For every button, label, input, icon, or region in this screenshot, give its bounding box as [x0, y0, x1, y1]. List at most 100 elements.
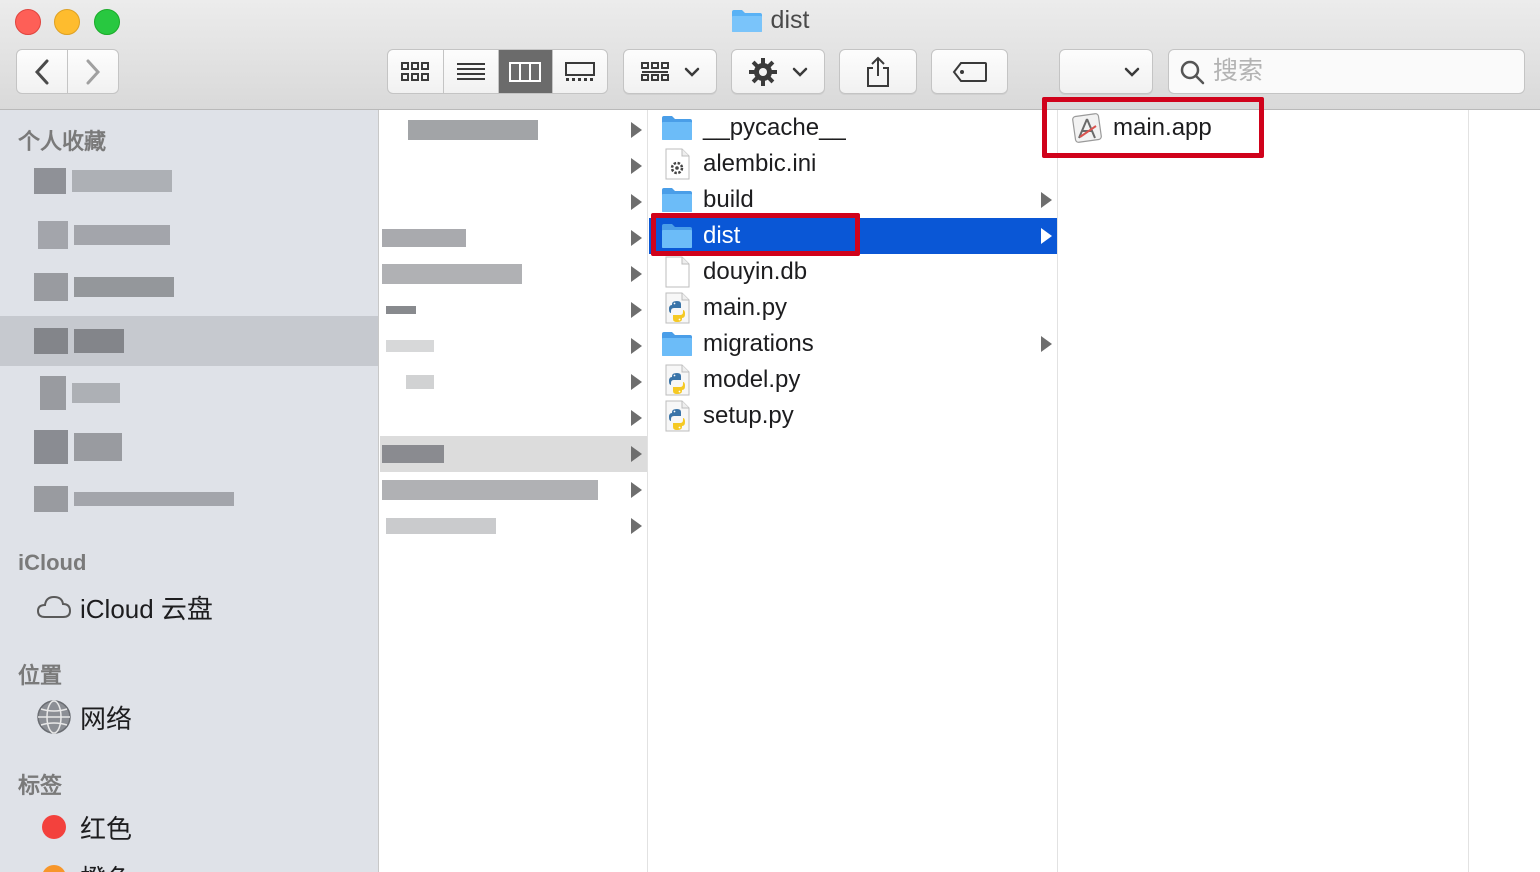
list-item-selected[interactable] [380, 436, 647, 472]
chevron-left-icon [34, 59, 49, 84]
list-item[interactable] [380, 472, 647, 508]
share-button[interactable] [839, 49, 917, 94]
sidebar: 个人收藏 iCloud iCloud 云盘 位置 网络 标签 红色 [0, 110, 379, 872]
gear-icon [749, 57, 777, 86]
list-view-button[interactable] [444, 50, 499, 93]
sidebar-item-favorite[interactable] [0, 422, 378, 472]
column-view-button[interactable] [499, 50, 553, 93]
tag-button[interactable] [931, 49, 1008, 94]
back-button[interactable] [17, 50, 68, 93]
browser-column-1 [380, 110, 648, 872]
view-mode-segment [387, 49, 608, 94]
disclosure-arrow-icon [631, 194, 642, 210]
obscured-content [386, 306, 416, 314]
sidebar-item-icloud-drive[interactable]: iCloud 云盘 [0, 582, 378, 632]
folder-icon [662, 116, 692, 140]
sidebar-item-favorite[interactable] [0, 262, 378, 312]
group-button[interactable] [623, 49, 717, 94]
folder-icon [662, 332, 692, 356]
sidebar-item-network[interactable]: 网络 [0, 692, 378, 742]
obscured-content [382, 480, 598, 500]
sidebar-item-favorite-selected[interactable] [0, 316, 378, 366]
list-item[interactable] [380, 508, 647, 544]
list-item[interactable] [380, 292, 647, 328]
python-file-icon [665, 364, 690, 396]
list-item-model-py[interactable]: model.py [649, 362, 1057, 398]
highlight-box-dist [651, 213, 860, 256]
list-item[interactable] [380, 112, 647, 148]
python-file-icon [665, 400, 690, 432]
chevron-right-icon [86, 59, 100, 84]
sidebar-item-favorite[interactable] [0, 210, 378, 260]
list-item[interactable] [380, 328, 647, 364]
search-icon [1180, 60, 1205, 84]
column-view-icon [509, 61, 542, 82]
disclosure-arrow-icon [631, 482, 642, 498]
list-item[interactable] [380, 400, 647, 436]
obscured-content [386, 518, 496, 534]
disclosure-arrow-icon [1041, 336, 1052, 352]
path-dropdown-button[interactable] [1059, 49, 1153, 94]
sidebar-header-icloud: iCloud [18, 550, 87, 575]
sidebar-item-favorite[interactable] [0, 368, 378, 418]
list-item[interactable] [380, 364, 647, 400]
list-item-alembic-ini[interactable]: alembic.ini [649, 146, 1057, 182]
sidebar-item-favorite[interactable] [0, 474, 378, 524]
sidebar-item-label: 网络 [80, 703, 133, 734]
obscured-content [386, 340, 434, 352]
tag-icon [952, 61, 987, 82]
sidebar-item-tag-orange[interactable]: 橙色 [0, 852, 378, 872]
navigation-buttons [16, 49, 119, 94]
highlight-box-main-app [1042, 97, 1264, 158]
list-item-douyin-db[interactable]: douyin.db [649, 254, 1057, 290]
cloud-icon [36, 595, 72, 618]
list-item[interactable] [380, 184, 647, 220]
file-name: migrations [703, 330, 814, 357]
obscured-content [34, 430, 122, 464]
window-title: dist [0, 6, 1540, 35]
gallery-view-button[interactable] [553, 50, 607, 93]
obscured-content [34, 328, 124, 354]
disclosure-arrow-icon [1041, 228, 1052, 244]
list-item[interactable] [380, 148, 647, 184]
disclosure-arrow-icon [631, 230, 642, 246]
sidebar-item-label: iCloud 云盘 [80, 593, 213, 624]
chevron-down-icon [792, 67, 808, 77]
sidebar-item-label: 红色 [80, 813, 133, 844]
disclosure-arrow-icon [631, 302, 642, 318]
file-name: douyin.db [703, 258, 808, 285]
icon-view-button[interactable] [388, 50, 444, 93]
list-item-pycache[interactable]: __pycache__ [649, 110, 1057, 146]
search-field[interactable] [1168, 49, 1525, 94]
chevron-down-icon [684, 67, 700, 77]
sidebar-item-label: 橙色 [80, 859, 132, 872]
search-input[interactable] [1213, 57, 1513, 86]
obscured-content [34, 486, 234, 512]
disclosure-arrow-icon [631, 158, 642, 174]
file-name: model.py [703, 366, 801, 393]
obscured-content [38, 221, 170, 249]
disclosure-arrow-icon [631, 446, 642, 462]
blank-document-icon [665, 256, 690, 288]
action-button[interactable] [731, 49, 825, 94]
forward-button[interactable] [68, 50, 119, 93]
sidebar-item-tag-red[interactable]: 红色 [0, 802, 378, 852]
disclosure-arrow-icon [631, 266, 642, 282]
share-icon [867, 56, 889, 87]
sidebar-header-locations: 位置 [18, 663, 63, 688]
sidebar-header-tags: 标签 [18, 773, 63, 798]
toolbar: dist [0, 0, 1540, 110]
list-item[interactable] [380, 220, 647, 256]
list-item-setup-py[interactable]: setup.py [649, 398, 1057, 434]
icon-view-icon [401, 61, 430, 81]
browser-column-3: main.app [1059, 110, 1469, 872]
red-tag-dot-icon [42, 815, 66, 839]
sidebar-item-favorite[interactable] [0, 156, 378, 206]
disclosure-arrow-icon [631, 410, 642, 426]
chevron-down-icon [1124, 67, 1140, 77]
python-file-icon [665, 292, 690, 324]
list-item-migrations[interactable]: migrations [649, 326, 1057, 362]
list-item-main-py[interactable]: main.py [649, 290, 1057, 326]
orange-tag-dot-icon [42, 865, 66, 872]
list-item[interactable] [380, 256, 647, 292]
